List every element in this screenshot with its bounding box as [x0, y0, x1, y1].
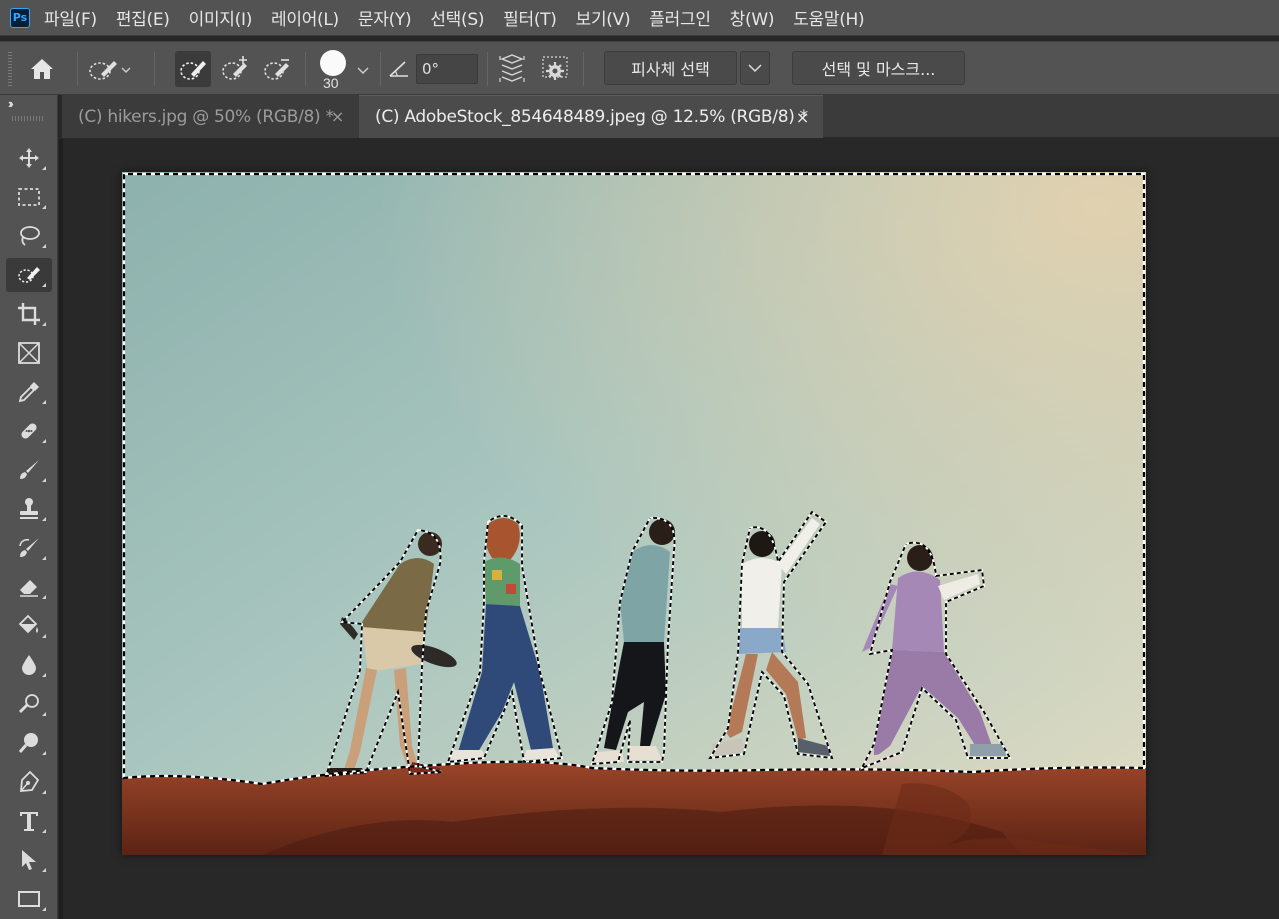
menu-filter[interactable]: 필터(T) [503, 5, 557, 30]
path-selection-icon [22, 850, 36, 870]
workspace-edge [59, 139, 63, 919]
dodge-tool[interactable] [6, 687, 52, 721]
home-icon [31, 59, 53, 79]
sample-all-layers-icon [499, 54, 525, 82]
rectangular-marquee-icon [18, 188, 40, 206]
add-to-selection-icon [222, 56, 247, 80]
menu-layer[interactable]: 레이어(L) [271, 5, 339, 30]
blur-tool[interactable] [6, 648, 52, 682]
menu-image[interactable]: 이미지(I) [189, 5, 253, 30]
tool-panel: ›› [0, 95, 58, 919]
frame-icon [18, 342, 40, 364]
spot-healing-tool[interactable] [6, 414, 52, 448]
history-brush-tool[interactable] [6, 531, 52, 565]
separator [583, 52, 584, 86]
menu-edit[interactable]: 편집(E) [116, 5, 170, 30]
pen-icon [20, 770, 40, 792]
menu-select[interactable]: 선택(S) [430, 5, 484, 30]
close-tab-icon[interactable]: × [796, 108, 809, 127]
chevron-down-icon [748, 64, 762, 73]
tool-preset-picker[interactable] [86, 55, 144, 85]
brush-picker-chevron-icon[interactable] [356, 65, 370, 75]
path-selection-tool[interactable] [6, 843, 52, 877]
close-tab-icon[interactable]: × [331, 107, 344, 126]
quick-selection-tool[interactable] [6, 258, 52, 292]
select-and-mask-button[interactable]: 선택 및 마스크... [792, 51, 965, 85]
brush-picker[interactable] [318, 48, 348, 78]
tab-label: (C) AdobeStock_854648489.jpeg @ 12.5% (R… [375, 107, 808, 127]
rectangle-tool[interactable] [6, 882, 52, 916]
move-tool-icon [19, 148, 39, 168]
dodge-icon [18, 694, 39, 714]
zoom-icon [18, 733, 38, 753]
new-selection-button[interactable] [175, 51, 211, 87]
lasso-tool[interactable] [6, 219, 52, 253]
pen-tool[interactable] [6, 765, 52, 799]
separator [77, 52, 78, 86]
chevron-down-icon [121, 67, 131, 73]
paint-bucket-icon [18, 614, 38, 634]
separator [154, 52, 155, 86]
sample-all-layers-toggle[interactable] [494, 51, 530, 87]
menu-window[interactable]: 창(W) [730, 5, 775, 30]
subtract-from-selection-icon [264, 59, 289, 80]
brush-tip-icon [320, 50, 346, 76]
tab-hikers[interactable]: (C) hikers.jpg @ 50% (RGB/8) * × [62, 95, 358, 138]
type-tool[interactable] [6, 804, 52, 838]
angle-icon [389, 61, 408, 77]
tool-panel-grip[interactable] [12, 116, 44, 121]
enhance-edge-gear-icon [542, 56, 568, 80]
crop-tool[interactable] [6, 297, 52, 331]
separator [380, 52, 381, 86]
tab-adobestock[interactable]: (C) AdobeStock_854648489.jpeg @ 12.5% (R… [359, 95, 823, 138]
home-button[interactable] [24, 51, 60, 87]
tab-label: (C) hikers.jpg @ 50% (RGB/8) * [78, 106, 334, 127]
collapse-panel-button[interactable]: ›› [8, 96, 13, 111]
type-icon [20, 812, 38, 831]
new-selection-icon [180, 61, 206, 80]
zoom-tool[interactable] [6, 726, 52, 760]
subtract-from-selection-button[interactable] [259, 51, 295, 87]
photo-hikers-image [122, 172, 1146, 855]
select-subject-button[interactable]: 피사체 선택 [604, 51, 737, 85]
menu-bar: Ps 파일(F) 편집(E) 이미지(I) 레이어(L) 문자(Y) 선택(S)… [0, 0, 1279, 36]
quick-selection-icon [18, 267, 40, 283]
select-subject-dropdown[interactable] [740, 51, 770, 85]
history-brush-icon [19, 538, 39, 557]
paint-bucket-tool[interactable] [6, 609, 52, 643]
brush-icon [20, 460, 39, 479]
rectangular-marquee-tool[interactable] [6, 180, 52, 214]
eyedropper-tool[interactable] [6, 375, 52, 409]
eyedropper-icon [18, 382, 39, 403]
menu-view[interactable]: 보기(V) [576, 5, 631, 30]
rectangle-icon [18, 891, 40, 907]
lasso-icon [20, 226, 40, 246]
document-tab-bar: (C) hikers.jpg @ 50% (RGB/8) * × (C) Ado… [62, 95, 1279, 138]
eraser-icon [20, 580, 38, 597]
options-bar: 30 0° 피사체 선택 선택 및 마스크... [0, 41, 1279, 95]
frame-tool[interactable] [6, 336, 52, 370]
separator [487, 52, 488, 86]
options-bar-grip[interactable] [8, 52, 12, 86]
brush-tool[interactable] [6, 453, 52, 487]
menu-type[interactable]: 문자(Y) [358, 5, 412, 30]
quick-selection-icon [89, 61, 117, 80]
brush-size-label: 30 [323, 75, 339, 91]
eraser-tool[interactable] [6, 570, 52, 604]
enhance-edge-button[interactable] [537, 51, 573, 87]
move-tool[interactable] [6, 141, 52, 175]
photoshop-logo-icon: Ps [10, 7, 30, 28]
blur-icon [22, 655, 36, 675]
clone-stamp-icon [20, 498, 38, 519]
document-canvas[interactable] [122, 172, 1146, 855]
menu-file[interactable]: 파일(F) [44, 5, 97, 30]
menu-plugins[interactable]: 플러그인 [649, 5, 711, 30]
add-to-selection-button[interactable] [217, 51, 253, 87]
menu-help[interactable]: 도움말(H) [793, 5, 864, 30]
clone-stamp-tool[interactable] [6, 492, 52, 526]
crop-icon [18, 303, 40, 325]
separator [305, 52, 306, 86]
spot-healing-icon [21, 423, 37, 439]
angle-input[interactable]: 0° [416, 54, 478, 84]
